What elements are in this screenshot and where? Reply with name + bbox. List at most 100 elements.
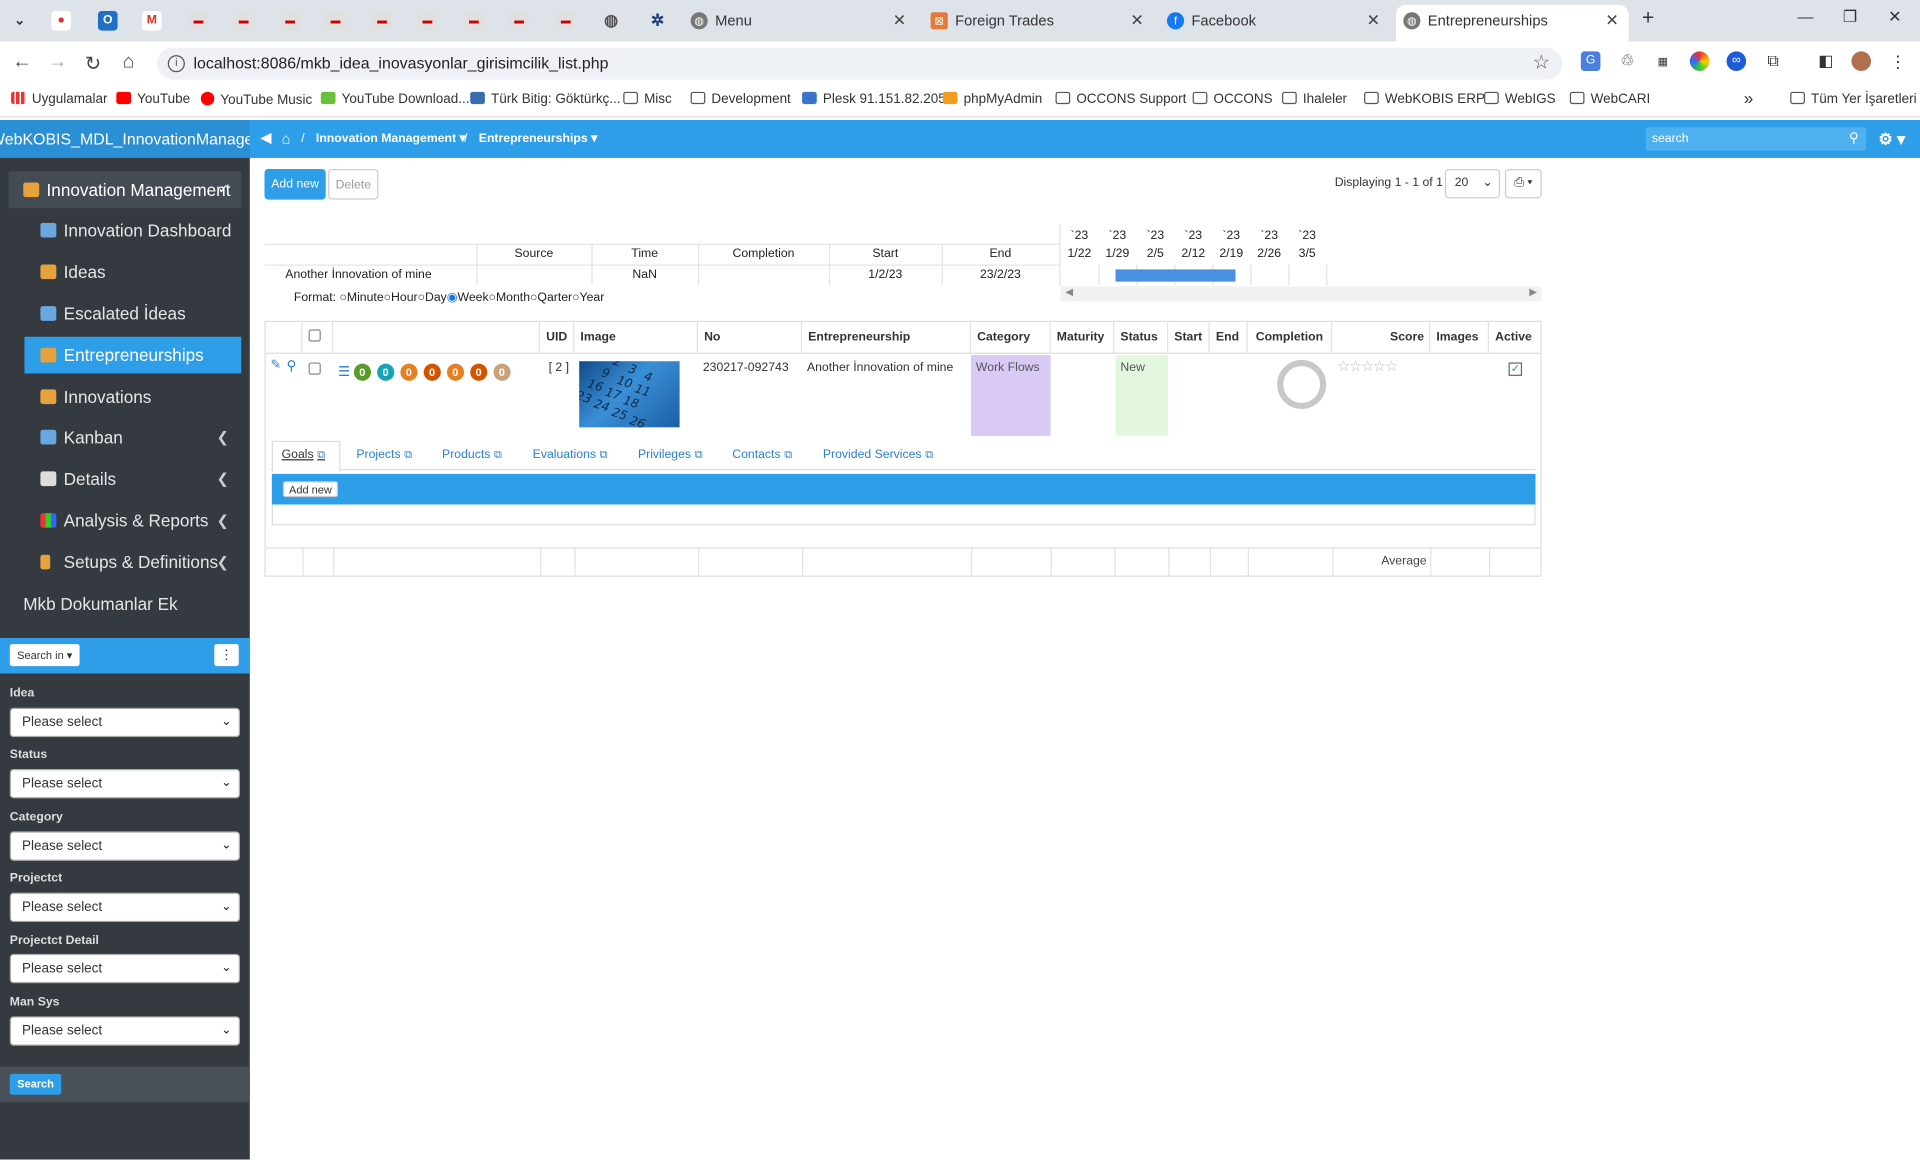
site-info-icon[interactable]: i <box>167 55 185 73</box>
pinned-tab-icon[interactable]: ▬ <box>325 11 346 31</box>
puzzle-icon[interactable]: ⧉ <box>1763 51 1783 71</box>
bookmark-star-icon[interactable]: ☆ <box>1533 48 1551 80</box>
pinned-tab-icon[interactable]: ● <box>51 11 72 31</box>
tab-contacts[interactable]: Contacts ⧉ <box>732 448 792 461</box>
gmail-icon[interactable]: M <box>142 11 162 31</box>
badge-evaluations[interactable]: 0 <box>423 363 441 381</box>
category-select[interactable]: Please select ⌄ <box>9 831 241 861</box>
scroll-left-icon[interactable]: ◀ <box>1065 287 1073 298</box>
gantt-scrollbar[interactable]: ◀ ▶ <box>1060 286 1542 302</box>
pinned-tab-icon[interactable]: ▬ <box>233 11 254 31</box>
home-icon[interactable]: ⌂ <box>116 51 140 73</box>
delete-button[interactable]: Delete <box>328 168 379 200</box>
pinned-tab-icon[interactable]: ▬ <box>555 11 576 31</box>
extension-icon[interactable]: ∞ <box>1726 51 1747 72</box>
col-status[interactable]: Status <box>1114 322 1169 354</box>
project-detail-select[interactable]: Please select ⌄ <box>9 953 241 984</box>
idea-select[interactable]: Please select ⌄ <box>9 707 241 738</box>
tab-evaluations[interactable]: Evaluations ⧉ <box>533 448 608 461</box>
radio-icon[interactable]: ○ <box>418 291 425 304</box>
extension-icon[interactable]: ♲ <box>1618 51 1638 71</box>
outlook-icon[interactable]: O <box>97 11 118 31</box>
tab-provided-services[interactable]: Provided Services ⧉ <box>823 448 933 461</box>
close-window-icon[interactable]: ✕ <box>1888 7 1901 27</box>
bookmark-occons[interactable]: OCCONS <box>1192 91 1273 107</box>
gantt-task-name[interactable]: Another İnnovation of mine <box>285 268 431 281</box>
search-button[interactable]: Search <box>9 1073 62 1095</box>
pinned-tab-icon[interactable]: ✲ <box>648 11 668 31</box>
badge-services[interactable]: 0 <box>493 363 511 381</box>
radio-icon[interactable]: ○ <box>489 291 496 304</box>
view-magnifier-icon[interactable]: ⚲ <box>287 358 297 374</box>
row-image[interactable]: 234 9 10 11 16 17 18 23 24 25 26 <box>579 361 680 428</box>
format-hour[interactable]: ○Hour <box>384 291 418 304</box>
sidebar-item-details[interactable]: Details ❮ <box>24 460 241 497</box>
breadcrumb-innovation-management[interactable]: Innovation Management ▾ <box>316 120 466 158</box>
app-brand[interactable]: WebKOBIS_MDL_InnovationManageme <box>0 120 250 158</box>
scroll-right-icon[interactable]: ▶ <box>1529 287 1537 298</box>
format-year[interactable]: ○Year <box>572 291 604 304</box>
close-icon[interactable]: ✕ <box>1605 5 1618 37</box>
sidebar-item-setups-definitions[interactable]: Setups & Definitions ❮ <box>24 544 241 581</box>
avatar[interactable] <box>1851 51 1872 72</box>
col-maturity[interactable]: Maturity <box>1051 322 1115 354</box>
status-select[interactable]: Please select ⌄ <box>9 768 241 799</box>
sidebar-item-kanban[interactable]: Kanban ❮ <box>24 419 241 456</box>
tab-goals[interactable]: Goals ⧉ <box>282 448 326 461</box>
all-bookmarks[interactable]: Tüm Yer İşaretleri <box>1790 91 1917 107</box>
bookmark-ihaleler[interactable]: Ihaleler <box>1282 91 1347 107</box>
sidebar-item-innovations[interactable]: Innovations <box>24 378 241 415</box>
badge-contacts[interactable]: 0 <box>470 363 488 381</box>
format-day[interactable]: ○Day <box>418 291 447 304</box>
color-picker-icon[interactable] <box>1689 51 1710 72</box>
bookmark-turk-bitig[interactable]: Türk Bitig: Göktürkç... <box>470 91 621 107</box>
sidebar-item-escalated-ideas[interactable]: Escalated İdeas <box>24 295 241 332</box>
globe-icon[interactable]: ◍ <box>601 11 621 31</box>
page-size-select[interactable]: 20 ⌄ <box>1444 168 1501 199</box>
pinned-tab-icon[interactable]: ▬ <box>509 11 529 31</box>
bookmark-youtube-download[interactable]: YouTube Download... <box>320 91 469 107</box>
format-week[interactable]: ◉Week <box>447 291 489 304</box>
home-icon[interactable]: ⌂ <box>282 120 291 158</box>
bookmark-misc[interactable]: Misc <box>623 91 672 107</box>
bookmark-youtube-music[interactable]: YouTube Music <box>200 91 312 108</box>
active-checkbox[interactable]: ✓ <box>1508 362 1523 376</box>
url-input[interactable]: i localhost:8086/mkb_idea_inovasyonlar_g… <box>156 47 1563 80</box>
badge-goals[interactable]: 0 <box>353 363 371 381</box>
restore-icon[interactable]: ❐ <box>1843 7 1857 27</box>
list-icon[interactable]: ☰ <box>338 365 350 380</box>
print-button[interactable]: ⎙ ▾ <box>1504 168 1542 199</box>
score-stars[interactable]: ☆☆☆☆☆ <box>1337 358 1398 375</box>
tab-products[interactable]: Products ⧉ <box>442 448 502 461</box>
tab-entrepreneurships[interactable]: ◍ Entrepreneurships ✕ <box>1395 4 1629 42</box>
col-category[interactable]: Category <box>971 322 1051 354</box>
col-active[interactable]: Active <box>1489 322 1540 354</box>
format-quarter[interactable]: ○Qarter <box>530 291 572 304</box>
bookmark-youtube[interactable]: YouTube <box>116 91 190 107</box>
col-completion[interactable]: Completion <box>1248 322 1333 354</box>
more-bookmarks-icon[interactable]: » <box>1744 88 1754 108</box>
bookmark-plesk[interactable]: Plesk 91.151.82.205 <box>802 91 946 107</box>
settings-gear-icon[interactable]: ⚙ ▾ <box>1878 120 1905 158</box>
tab-privileges[interactable]: Privileges ⧉ <box>638 448 703 461</box>
tab-search-icon[interactable]: ⌄ <box>10 11 30 31</box>
select-all-checkbox[interactable] <box>308 329 321 342</box>
col-start[interactable]: Start <box>1168 322 1210 354</box>
bookmark-apps[interactable]: Uygulamalar <box>11 91 107 107</box>
col-end[interactable]: End <box>1210 322 1248 354</box>
format-minute[interactable]: ○Minute <box>339 291 383 304</box>
more-menu-icon[interactable]: ⋮ <box>1888 51 1908 71</box>
gantt-task-bar[interactable] <box>1115 269 1236 282</box>
sidebar-item-ideas[interactable]: Ideas <box>24 253 241 290</box>
forward-icon[interactable]: → <box>45 51 69 73</box>
subgrid-add-new-button[interactable]: Add new <box>282 481 339 498</box>
col-score[interactable]: Score <box>1332 322 1431 354</box>
close-icon[interactable]: ✕ <box>1130 5 1143 37</box>
sidebar-item-innovation-dashboard[interactable]: Innovation Dashboard <box>24 212 241 249</box>
tab-projects[interactable]: Projects ⧉ <box>356 448 412 461</box>
new-tab-icon[interactable]: + <box>1642 6 1654 30</box>
back-icon[interactable]: ← <box>10 51 34 73</box>
pinned-tab-icon[interactable]: ▬ <box>188 11 209 31</box>
close-icon[interactable]: ✕ <box>893 5 906 37</box>
col-image[interactable]: Image <box>574 322 698 354</box>
